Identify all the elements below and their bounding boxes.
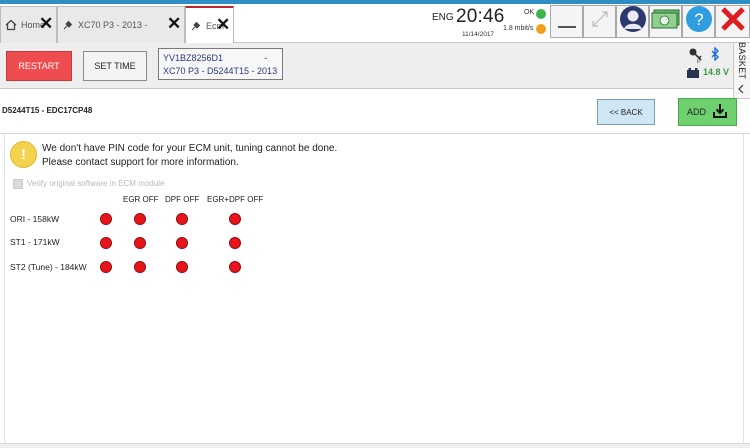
exit-button[interactable] xyxy=(715,5,750,38)
ecm-title: D5244T15 - EDC17CP48 xyxy=(2,106,93,115)
vehicle-info: YV1BZ8256D1 - XC70 P3 - D5244T15 - 2013 xyxy=(158,48,283,80)
speed-status-dot xyxy=(536,24,546,34)
warning-message: We don't have PIN code for your ECM unit… xyxy=(42,143,338,168)
battery-icon xyxy=(686,66,700,84)
vin-suffix: - xyxy=(264,53,268,63)
clock-time: 20:46 xyxy=(456,6,505,27)
minimize-icon xyxy=(555,7,579,36)
restart-button[interactable]: RESTART xyxy=(6,51,72,81)
option-st2-egr-off-dot[interactable] xyxy=(134,261,146,273)
option-ori-egr-off-dot[interactable] xyxy=(134,213,146,225)
connection-status-dot xyxy=(536,9,546,19)
bluetooth-icon xyxy=(710,46,720,64)
clock-date: 11/14/2017 xyxy=(462,31,495,38)
verify-software-checkbox[interactable] xyxy=(13,179,23,189)
svg-text:?: ? xyxy=(694,10,703,29)
chevron-left-icon[interactable] xyxy=(737,84,745,97)
connection-status: OK xyxy=(524,9,535,16)
exit-icon xyxy=(719,5,747,38)
basket-label[interactable]: BASKET xyxy=(737,42,747,79)
close-icon[interactable]: ✕ xyxy=(216,16,230,33)
option-ori-egr-dpf-off-dot[interactable] xyxy=(229,213,241,225)
ecm-plug-icon xyxy=(189,19,203,33)
option-ori-dpf-off-dot[interactable] xyxy=(176,213,188,225)
back-button[interactable]: << BACK xyxy=(597,99,655,125)
row-label-ori: ORI - 158kW xyxy=(10,214,60,224)
account-button[interactable] xyxy=(649,5,682,38)
battery-voltage: 14.8 V xyxy=(703,67,730,77)
toolbar: RESTART SET TIME YV1BZ8256D1 - XC70 P3 -… xyxy=(0,43,750,89)
accent-strip xyxy=(0,0,750,4)
resize-button[interactable] xyxy=(583,5,616,38)
svg-text:II: II xyxy=(697,59,700,63)
close-icon[interactable]: ✕ xyxy=(39,15,53,32)
tab-home[interactable]: Home ✕ xyxy=(0,6,57,43)
tab-bar: Home ✕ XC70 P3 - 2013 - ✕ Ecm ✕ ENG 20:4… xyxy=(0,0,750,43)
option-st2-base-dot[interactable] xyxy=(100,261,112,273)
resize-icon xyxy=(588,7,612,36)
app-window: Home ✕ XC70 P3 - 2013 - ✕ Ecm ✕ ENG 20:4… xyxy=(0,0,750,448)
tab-ecm[interactable]: Ecm ✕ xyxy=(185,6,234,43)
money-icon xyxy=(651,8,681,35)
user-button[interactable] xyxy=(616,5,649,38)
help-button[interactable]: ? xyxy=(682,5,715,38)
download-tray-icon xyxy=(712,103,728,121)
option-st1-egr-dpf-off-dot[interactable] xyxy=(229,237,241,249)
tab-vehicle[interactable]: XC70 P3 - 2013 - ✕ xyxy=(57,6,185,43)
key-icon: II xyxy=(688,47,706,68)
option-ori-base-dot[interactable] xyxy=(100,213,112,225)
column-header-egr-off: EGR OFF xyxy=(123,195,159,204)
footer-strip xyxy=(0,443,750,448)
home-icon xyxy=(4,18,18,32)
row-label-st2: ST2 (Tune) - 184kW xyxy=(10,262,87,272)
option-st2-dpf-off-dot[interactable] xyxy=(176,261,188,273)
add-label: ADD xyxy=(686,107,706,117)
language-indicator[interactable]: ENG xyxy=(432,12,454,23)
column-header-egr-dpf-off: EGR+DPF OFF xyxy=(207,195,264,204)
user-icon xyxy=(619,5,647,38)
warning-icon: ! xyxy=(10,141,37,168)
option-st2-egr-dpf-off-dot[interactable] xyxy=(229,261,241,273)
set-time-button[interactable]: SET TIME xyxy=(83,51,147,81)
connection-speed: 1.8 mbit/s xyxy=(503,25,534,32)
minimize-button[interactable] xyxy=(550,5,583,38)
option-st1-base-dot[interactable] xyxy=(100,237,112,249)
add-button[interactable]: ADD xyxy=(678,98,737,126)
option-st1-egr-off-dot[interactable] xyxy=(134,237,146,249)
help-icon: ? xyxy=(685,5,713,38)
car-plug-icon xyxy=(61,18,75,32)
close-icon[interactable]: ✕ xyxy=(167,15,181,32)
vin: YV1BZ8256D1 xyxy=(163,53,224,63)
verify-software-label: Verify original software in ECM module xyxy=(27,179,165,188)
tab-vehicle-label: XC70 P3 - 2013 - xyxy=(78,20,148,30)
column-header-dpf-off: DPF OFF xyxy=(165,195,200,204)
row-label-st1: ST1 - 171kW xyxy=(10,237,60,247)
option-st1-dpf-off-dot[interactable] xyxy=(176,237,188,249)
vehicle-model: XC70 P3 - D5244T15 - 2013 xyxy=(163,66,278,76)
vin-line: YV1BZ8256D1 - xyxy=(163,52,278,65)
